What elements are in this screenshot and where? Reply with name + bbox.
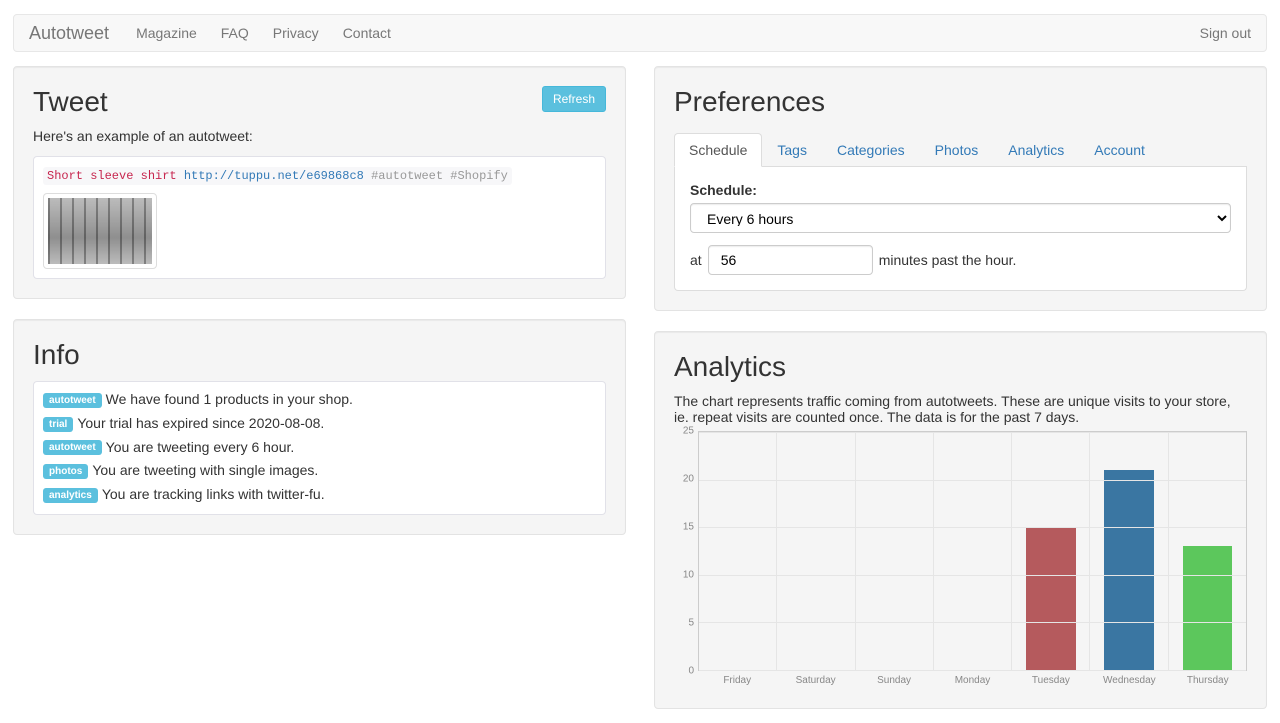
info-line: trial Your trial has expired since 2020-0…	[43, 415, 596, 432]
brand[interactable]: Autotweet	[29, 23, 109, 44]
chart-xtick: Wednesday	[1090, 675, 1168, 689]
tab-tags[interactable]: Tags	[762, 133, 822, 167]
info-line: autotweet We have found 1 products in you…	[43, 391, 596, 408]
nav-privacy[interactable]: Privacy	[261, 15, 331, 51]
tweet-panel: Refresh Tweet Here's an example of an au…	[13, 66, 626, 299]
info-text: Your trial has expired since 2020-08-08.	[77, 415, 324, 431]
schedule-select[interactable]: Every 6 hours	[690, 203, 1231, 233]
preferences-panel: Preferences Schedule Tags Categories Pho…	[654, 66, 1267, 311]
minute-input[interactable]	[708, 245, 873, 275]
info-title: Info	[33, 339, 606, 371]
tweet-text-tags: #autotweet #Shopify	[371, 169, 508, 183]
tab-account[interactable]: Account	[1079, 133, 1160, 167]
tab-analytics[interactable]: Analytics	[993, 133, 1079, 167]
tab-schedule[interactable]: Schedule	[674, 133, 762, 167]
chart-xtick: Sunday	[855, 675, 933, 689]
info-panel: Info autotweet We have found 1 products i…	[13, 319, 626, 535]
chart-bar-slot	[1169, 432, 1246, 670]
info-line: analytics You are tracking links with twi…	[43, 486, 596, 503]
chart-xtick: Thursday	[1169, 675, 1247, 689]
at-label: at	[690, 252, 702, 268]
tweet-text-link: http://tuppu.net/e69868c8	[184, 169, 364, 183]
chart-bar	[1183, 546, 1232, 670]
info-badge: trial	[43, 417, 73, 432]
chart-xtick: Friday	[698, 675, 776, 689]
chart-ytick: 20	[683, 474, 694, 485]
nav-magazine[interactable]: Magazine	[124, 15, 209, 51]
info-badge: analytics	[43, 488, 98, 503]
preferences-tabs: Schedule Tags Categories Photos Analytic…	[674, 133, 1247, 167]
chart-xtick: Saturday	[776, 675, 854, 689]
tweet-text-product: Short sleeve shirt	[47, 169, 177, 183]
chart-bar	[1104, 470, 1153, 670]
chart-bar-slot	[1012, 432, 1090, 670]
info-badge: photos	[43, 464, 88, 479]
preferences-title: Preferences	[674, 86, 1247, 118]
info-text: You are tweeting every 6 hour.	[106, 439, 295, 455]
chart-ytick: 0	[688, 666, 694, 677]
info-text: We have found 1 products in your shop.	[106, 391, 353, 407]
info-line: autotweet You are tweeting every 6 hour.	[43, 439, 596, 456]
chart-bar	[1026, 527, 1075, 670]
tweet-code: Short sleeve shirt http://tuppu.net/e698…	[43, 167, 512, 185]
tweet-preview: Short sleeve shirt http://tuppu.net/e698…	[33, 156, 606, 279]
signout-link[interactable]: Sign out	[1200, 25, 1251, 41]
chart-bar-slot	[934, 432, 1012, 670]
info-text: You are tracking links with twitter-fu.	[102, 486, 325, 502]
analytics-description: The chart represents traffic coming from…	[674, 393, 1247, 425]
chart-ytick: 25	[683, 426, 694, 437]
tab-photos[interactable]: Photos	[920, 133, 994, 167]
analytics-chart: 0510152025 FridaySaturdaySundayMondayTue…	[674, 431, 1247, 689]
info-badge: autotweet	[43, 393, 102, 408]
nav-contact[interactable]: Contact	[331, 15, 403, 51]
chart-ytick: 15	[683, 522, 694, 533]
info-badge: autotweet	[43, 440, 102, 455]
analytics-panel: Analytics The chart represents traffic c…	[654, 331, 1267, 709]
chart-ytick: 10	[683, 570, 694, 581]
tweet-title: Tweet	[33, 86, 606, 118]
nav-links: Magazine FAQ Privacy Contact	[124, 15, 1200, 51]
tweet-description: Here's an example of an autotweet:	[33, 128, 606, 144]
info-line: photos You are tweeting with single image…	[43, 462, 596, 479]
refresh-button[interactable]: Refresh	[542, 86, 606, 112]
tab-content-schedule: Schedule: Every 6 hours at minutes past …	[674, 167, 1247, 291]
chart-xtick: Tuesday	[1012, 675, 1090, 689]
info-box: autotweet We have found 1 products in you…	[33, 381, 606, 515]
chart-bar-slot	[856, 432, 934, 670]
chart-bar-slot	[777, 432, 855, 670]
chart-bar-slot	[1090, 432, 1168, 670]
schedule-label: Schedule:	[690, 182, 1231, 198]
minutes-past-label: minutes past the hour.	[879, 252, 1017, 268]
info-text: You are tweeting with single images.	[92, 462, 318, 478]
analytics-title: Analytics	[674, 351, 1247, 383]
chart-ytick: 5	[688, 618, 694, 629]
nav-faq[interactable]: FAQ	[209, 15, 261, 51]
tab-categories[interactable]: Categories	[822, 133, 920, 167]
tweet-image	[43, 193, 157, 269]
chart-xtick: Monday	[933, 675, 1011, 689]
navbar: Autotweet Magazine FAQ Privacy Contact S…	[13, 14, 1267, 52]
chart-bar-slot	[699, 432, 777, 670]
